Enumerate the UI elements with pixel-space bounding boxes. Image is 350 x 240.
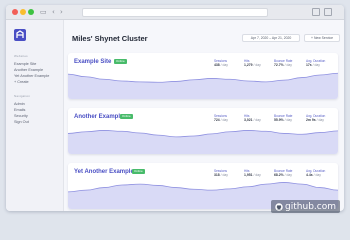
stat-number: 72.7% (274, 63, 284, 67)
service-name-link[interactable]: Example Site (74, 59, 111, 65)
stat-number: 3,021 (244, 118, 253, 122)
stat-value: 318 / day (214, 173, 228, 177)
tabs-overview-icon[interactable] (324, 8, 332, 16)
page-title: Miles' Shynet Cluster (72, 34, 148, 43)
service-name-link[interactable]: Yet Another Example (74, 169, 134, 175)
sparkline-area (68, 73, 338, 99)
stat-unit: / day (316, 118, 324, 122)
stat-number: 1,951 (244, 173, 253, 177)
date-range-picker[interactable]: Apr 7, 2020 – Apr 21, 2020 (242, 34, 300, 42)
status-badge: Online (114, 59, 127, 64)
stat-unit: / day (220, 118, 228, 122)
stat-number: 68.2% (274, 173, 284, 177)
back-arrow-icon[interactable]: ‹ (52, 8, 55, 17)
new-service-button[interactable]: + New Service (304, 34, 340, 42)
service-name-link[interactable]: Another Example (74, 114, 123, 120)
sidebar-item[interactable]: Sign Out (14, 119, 62, 125)
sidebar-group: Websites Example Site Another Example Yet A… (14, 54, 62, 85)
stat-value: 2m 9s / day (306, 118, 324, 122)
stat-value: 72.7% / day (274, 63, 292, 67)
sidebar-toggle-icon[interactable]: ▭ (40, 8, 47, 17)
stat-unit: / day (284, 118, 292, 122)
traffic-sparkline-chart (68, 130, 338, 154)
stat-unit: / day (253, 118, 261, 122)
stat-value: 68.2% / day (274, 173, 292, 177)
github-octocat-icon (275, 202, 283, 211)
stat-value: 438 / day (214, 63, 228, 67)
stat-number: 17s (306, 63, 312, 67)
browser-toolbar: ▭ ‹ › (6, 5, 344, 20)
sidebar: Websites Example Site Another Example Yet A… (6, 20, 64, 211)
stat-unit: / day (220, 63, 228, 67)
sidebar-heading: Websites (14, 54, 28, 58)
stat-unit: / day (312, 63, 320, 67)
close-window-button[interactable] (12, 9, 18, 15)
stat-number: 2m 9s (306, 118, 316, 122)
share-icon[interactable] (312, 8, 320, 16)
stat-unit: / day (253, 173, 261, 177)
stat-number: 1,279 (244, 63, 253, 67)
sidebar-heading: Navigation (14, 94, 31, 98)
browser-window: ▭ ‹ › Websites Example Site Another Exampl… (6, 5, 344, 211)
stat-unit: / day (253, 63, 261, 67)
stat-value: 3,021 / day (244, 118, 261, 122)
sidebar-item[interactable]: + Create (14, 79, 62, 85)
stat-value: 55.9% / day (274, 118, 292, 122)
stat-value: 1,951 / day (244, 173, 261, 177)
stat-value: 17s / day (306, 63, 320, 67)
minimize-window-button[interactable] (20, 9, 26, 15)
service-card[interactable]: Example Site Online Sessions 438 / day Hits 1… (68, 53, 338, 99)
watermark-text: github.com (285, 201, 336, 212)
stat-unit: / day (313, 173, 321, 177)
shynet-logo-icon (14, 29, 26, 41)
stat-unit: / day (284, 63, 292, 67)
stat-value: 724 / day (214, 118, 228, 122)
stat-number: 438 (214, 63, 220, 67)
stat-unit: / day (220, 173, 228, 177)
stat-value: 1,279 / day (244, 63, 261, 67)
maximize-window-button[interactable] (28, 9, 34, 15)
stat-number: 55.9% (274, 118, 284, 122)
sidebar-group: Navigation Admin Emails Security Sign Out (14, 94, 62, 125)
stat-value: 4.4s / day (306, 173, 321, 177)
traffic-sparkline-chart (68, 72, 338, 99)
stat-number: 724 (214, 118, 220, 122)
main-content: Miles' Shynet Cluster Apr 7, 2020 – Apr … (64, 20, 344, 211)
watermark: github.com (271, 200, 340, 213)
status-badge: Online (132, 169, 145, 174)
address-bar[interactable] (82, 8, 268, 17)
stat-unit: / day (284, 173, 292, 177)
forward-arrow-icon[interactable]: › (60, 8, 63, 17)
stat-number: 318 (214, 173, 220, 177)
stat-number: 4.4s (306, 173, 313, 177)
service-card[interactable]: Another Example Online Sessions 724 / day Hi… (68, 108, 338, 154)
status-badge: Online (120, 114, 133, 119)
